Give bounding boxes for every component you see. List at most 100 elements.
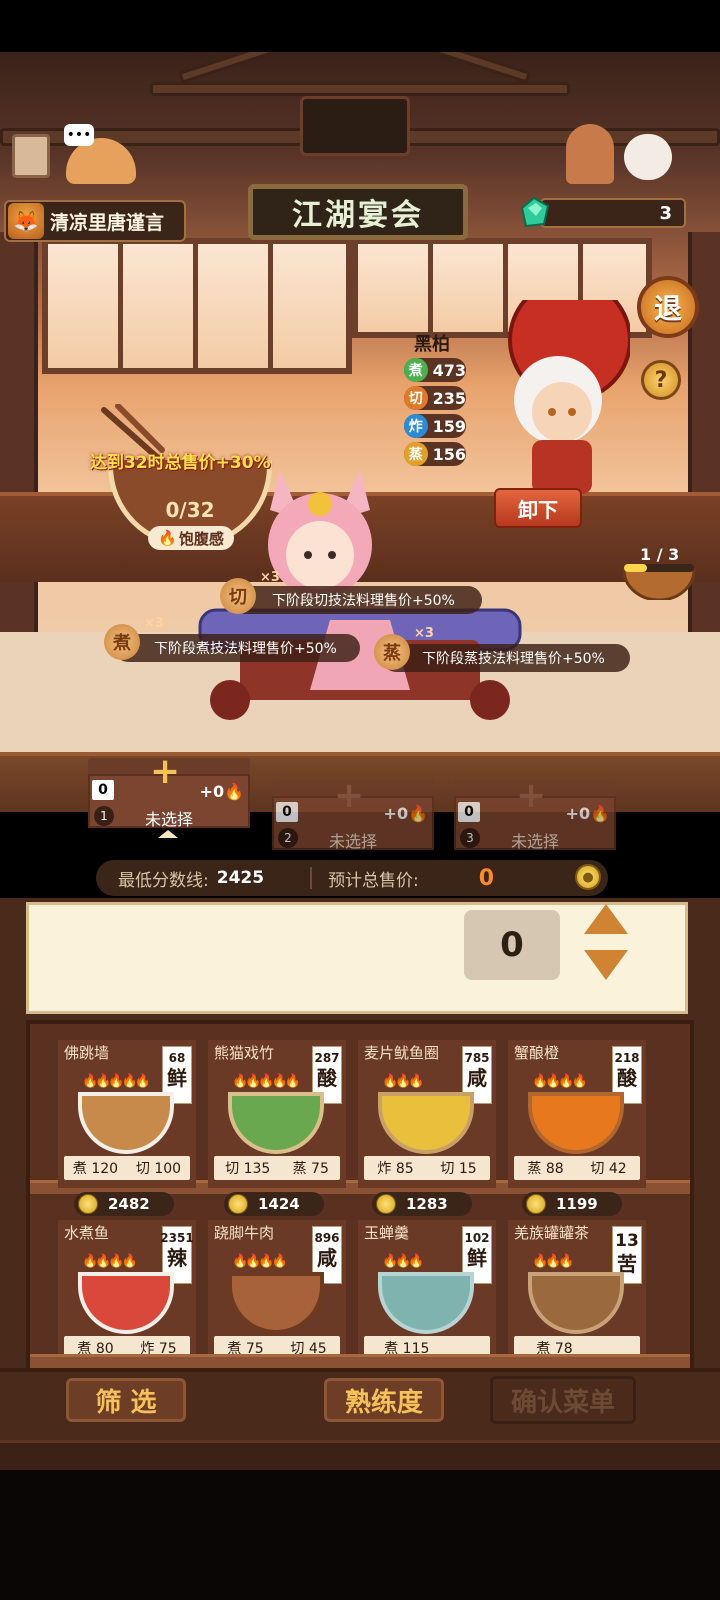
slot-label: 未选择 — [510, 832, 559, 851]
dish-taste: 鲜 — [167, 1066, 187, 1090]
tip-multiplier: ×3 — [144, 616, 164, 631]
dish-skill-1: 煮 115 — [384, 1341, 430, 1354]
tip-bubble: 下阶段蒸技法料理售价+50% — [382, 644, 630, 672]
satiety-label-text: 饱腹感 — [178, 529, 224, 548]
dish-card[interactable]: 熊猫戏竹 🔥🔥🔥🔥🔥 287 酸 切 135 蒸 75 — [208, 1040, 346, 1188]
flame-icon: 🔥 — [408, 804, 428, 823]
stage-progress-label: 1 / 3 — [640, 545, 680, 564]
decrease-arrow-icon[interactable] — [584, 950, 628, 980]
chat-bubble-icon[interactable]: ••• — [64, 124, 94, 146]
dish-card[interactable]: 麦片鱿鱼圈 🔥🔥🔥 785 咸 炸 85 切 15 — [358, 1040, 496, 1188]
dish-name: 跷脚牛肉 — [214, 1224, 275, 1242]
steam-icon: 蒸 — [404, 442, 428, 466]
player-name: 清凉里唐谨言 — [50, 211, 165, 234]
dish-card[interactable]: 羌族罐罐茶 🔥🔥🔥 13 苦 煮 78 — [508, 1220, 646, 1354]
dish-taste: 酸 — [317, 1066, 337, 1090]
price-value: 1424 — [258, 1195, 300, 1213]
increase-arrow-icon[interactable] — [584, 904, 628, 934]
tip-text: 下阶段煮技法料理售价+50% — [154, 641, 337, 657]
flame-rating-icon: 🔥🔥🔥🔥 — [232, 1254, 288, 1269]
tip-text: 下阶段蒸技法料理售价+50% — [422, 651, 605, 667]
dish-slot-3[interactable]: 0 + +0🔥 3 未选择 — [454, 778, 616, 851]
paw-card-icon[interactable] — [12, 134, 50, 178]
coin-icon — [376, 1194, 396, 1214]
dish-price: 1199 — [522, 1192, 622, 1216]
flame-rating-icon: 🔥🔥🔥 — [382, 1254, 425, 1269]
flame-rating-icon: 🔥🔥🔥🔥🔥 — [232, 1074, 301, 1089]
chef-stat-cut: 切 235 — [404, 386, 466, 410]
confirm-menu-button[interactable]: 确认菜单 — [490, 1376, 636, 1424]
add-dish-icon[interactable]: + — [516, 778, 546, 814]
roof-beam — [150, 82, 570, 96]
dish-stats: 煮 120 切 100 — [64, 1156, 190, 1180]
help-button[interactable]: ? — [641, 360, 681, 400]
add-dish-icon[interactable]: + — [334, 778, 364, 814]
player-badge[interactable]: 🦊 清凉里唐谨言 — [4, 200, 186, 242]
white-cat — [624, 134, 672, 180]
steam-tip-icon: 蒸 — [374, 634, 410, 670]
dish-score: 287 — [314, 1051, 340, 1065]
gem-count: 3 — [659, 202, 672, 224]
dish-image — [228, 1092, 324, 1154]
dish-name: 佛跳墙 — [64, 1044, 110, 1062]
score-bar: 最低分数线: 2425 预计总售价: 0 — [96, 860, 608, 896]
flame-rating-icon: 🔥🔥🔥🔥 — [532, 1074, 588, 1089]
tip-bubble: 下阶段切技法料理售价+50% — [232, 586, 482, 614]
flame-icon: 🔥 — [224, 782, 244, 801]
tip-text: 下阶段切技法料理售价+50% — [272, 593, 455, 609]
dish-score: 102 — [464, 1231, 490, 1245]
dish-stats: 蒸 88 切 42 — [514, 1156, 640, 1180]
slot-count: 0 — [276, 802, 298, 822]
player-avatar: 🦊 — [8, 203, 44, 239]
price-value: 1283 — [406, 1195, 448, 1213]
dish-stats: 煮 80 炸 75 — [64, 1336, 190, 1354]
dish-skill-1: 炸 85 — [377, 1161, 414, 1177]
dish-name: 蟹酿橙 — [514, 1044, 560, 1062]
proficiency-button[interactable]: 熟练度 — [324, 1378, 444, 1422]
add-dish-icon[interactable]: + — [150, 754, 180, 790]
dish-slot-1[interactable]: 0 + +0🔥 1 未选择 — [88, 754, 250, 838]
roof-beam — [178, 52, 392, 84]
dish-score: 68 — [168, 1051, 186, 1065]
flame-rating-icon: 🔥🔥🔥🔥🔥 — [82, 1074, 151, 1089]
coin-icon — [228, 1194, 248, 1214]
dish-name: 麦片鱿鱼圈 — [364, 1044, 440, 1062]
dish-card[interactable]: 蟹酿橙 🔥🔥🔥🔥 218 酸 蒸 88 切 42 — [508, 1040, 646, 1188]
stat-value: 156 — [432, 444, 466, 464]
dish-card[interactable]: 佛跳墙 🔥🔥🔥🔥🔥 68 鲜 煮 120 切 100 — [58, 1040, 196, 1188]
total-price-label: 预计总售价: — [328, 870, 419, 891]
chef-character[interactable] — [470, 300, 630, 500]
flame-icon: 🔥 — [158, 529, 177, 547]
dish-card[interactable]: 玉蝉羹 🔥🔥🔥 102 鲜 煮 115 — [358, 1220, 496, 1354]
slot-fire: +0🔥 — [566, 804, 610, 823]
unload-chef-button[interactable]: 卸下 — [494, 488, 582, 528]
min-score-label: 最低分数线: — [118, 870, 209, 891]
dish-image — [378, 1272, 474, 1334]
dish-skill-1: 切 135 — [225, 1161, 271, 1177]
exit-button[interactable]: 退 — [637, 276, 699, 338]
stat-value: 473 — [432, 360, 466, 380]
dish-stats: 切 135 蒸 75 — [214, 1156, 340, 1180]
stat-value: 235 — [432, 388, 466, 408]
dish-skill-2: 切 15 — [440, 1161, 477, 1177]
boil-tip-icon: 煮 — [104, 624, 140, 660]
event-title: 江湖宴会 — [292, 198, 424, 233]
filter-button[interactable]: 筛 选 — [66, 1378, 186, 1422]
boil-icon: 煮 — [404, 358, 428, 382]
min-score-value: 2425 — [216, 868, 265, 888]
dish-card[interactable]: 跷脚牛肉 🔥🔥🔥🔥 896 咸 煮 75 切 45 — [208, 1220, 346, 1354]
dish-score: 785 — [464, 1051, 490, 1065]
total-price-value: 0 — [478, 865, 495, 891]
dish-taste: 酸 — [617, 1066, 637, 1090]
dish-taste: 咸 — [467, 1066, 487, 1090]
raccoon-portrait — [300, 96, 410, 156]
dish-skill-2: 炸 75 — [140, 1341, 177, 1354]
dish-slot-2[interactable]: 0 + +0🔥 2 未选择 — [272, 778, 434, 851]
dish-card[interactable]: 水煮鱼 🔥🔥🔥🔥 2351 辣 煮 80 炸 75 — [58, 1220, 196, 1354]
divider — [310, 867, 313, 889]
dish-image — [528, 1272, 624, 1334]
dish-image — [78, 1092, 174, 1154]
slot-count: 0 — [458, 802, 480, 822]
dish-price: 1283 — [372, 1192, 472, 1216]
dish-score: 896 — [314, 1231, 340, 1245]
